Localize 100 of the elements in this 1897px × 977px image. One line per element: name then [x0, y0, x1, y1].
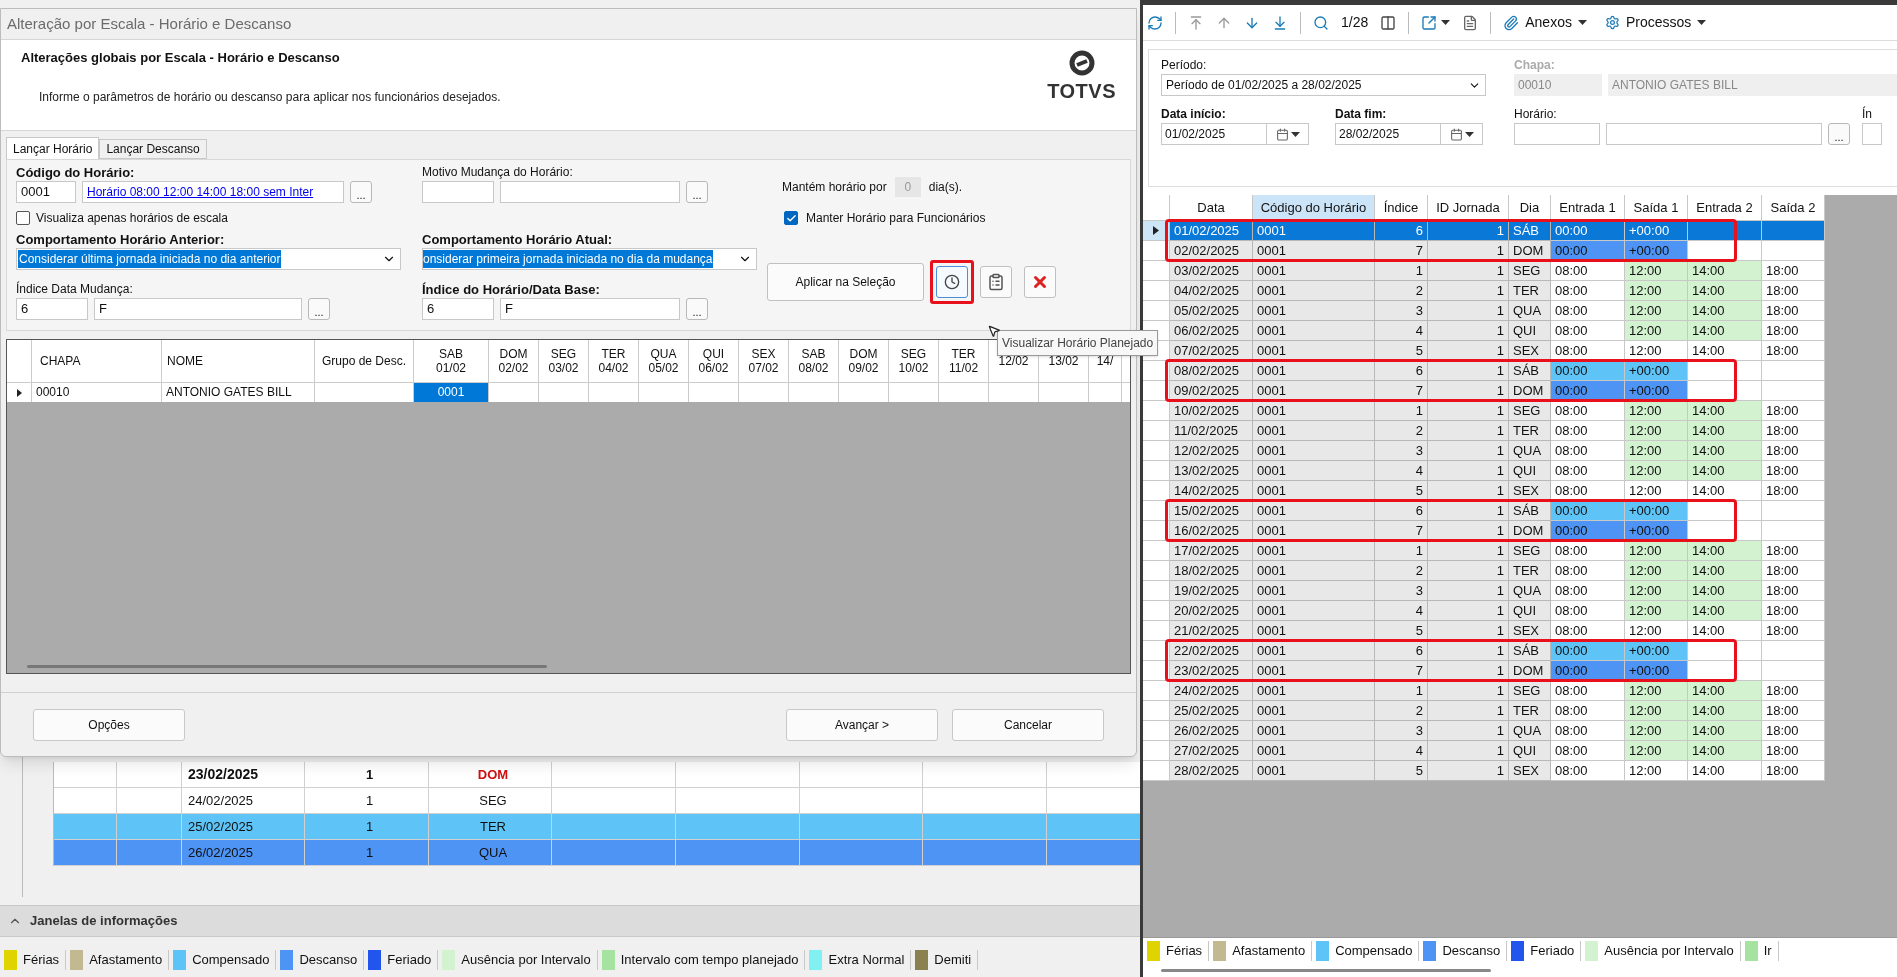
table-row[interactable]: 15/02/2025 0001 6 1 SÁB 00:00 +00:00: [1143, 501, 1825, 521]
clock-button[interactable]: [936, 266, 968, 298]
table-row[interactable]: 13/02/2025 0001 4 1 QUI 08:00 12:00 14:00 18:00: [1143, 461, 1825, 481]
table-row[interactable]: 22/02/2025 0001 6 1 SÁB 00:00 +00:00: [1143, 641, 1825, 661]
code-field[interactable]: F: [500, 298, 680, 320]
column-header[interactable]: Índice: [1375, 195, 1428, 221]
dialog-button[interactable]: Avançar >: [786, 708, 938, 741]
tab[interactable]: Lançar Descanso: [99, 139, 207, 159]
table-row[interactable]: 23/02/2025 0001 7 1 DOM 00:00 +00:00: [1143, 661, 1825, 681]
attachments-button[interactable]: Anexos: [1503, 12, 1587, 33]
column-header[interactable]: Dia: [1509, 195, 1551, 221]
columns-icon[interactable]: [1380, 14, 1397, 31]
schedule-description-field[interactable]: [1606, 123, 1822, 145]
table-cell: DOM: [1509, 241, 1551, 261]
refresh-icon[interactable]: [1147, 14, 1163, 31]
code-field[interactable]: 0001: [16, 181, 76, 203]
document-icon[interactable]: [1462, 14, 1479, 31]
table-row[interactable]: 28/02/2025 0001 5 1 SEX 08:00 12:00 14:00 18:00: [1143, 761, 1825, 781]
reason-description-field[interactable]: [500, 181, 680, 203]
column-header[interactable]: Saída 1: [1625, 195, 1688, 221]
lookup-button[interactable]: ...: [686, 298, 708, 320]
table-row[interactable]: 03/02/2025 0001 1 1 SEG 08:00 12:00 14:00 18:00: [1143, 261, 1825, 281]
table-cell: 7: [1375, 381, 1428, 401]
search-icon[interactable]: [1313, 14, 1329, 31]
table-row[interactable]: 27/02/2025 0001 4 1 QUI 08:00 12:00 14:00 18:00: [1143, 741, 1825, 761]
table-row[interactable]: 12/02/2025 0001 3 1 QUA 08:00 12:00 14:00 18:00: [1143, 441, 1825, 461]
lookup-button[interactable]: ...: [308, 298, 330, 320]
table-row[interactable]: 08/02/2025 0001 6 1 SÁB 00:00 +00:00: [1143, 361, 1825, 381]
dialog-button[interactable]: Opções: [33, 708, 185, 741]
table-cell: 0001: [1253, 281, 1375, 301]
clipboard-button[interactable]: [980, 266, 1012, 298]
time-cell: 12:00: [1625, 721, 1688, 741]
table-row[interactable]: 17/02/2025 0001 1 1 SEG 08:00 12:00 14:00 18:00: [1143, 541, 1825, 561]
time-cell: 12:00: [1625, 261, 1688, 281]
table-row[interactable]: 20/02/2025 0001 4 1 QUI 08:00 12:00 14:00 18:00: [1143, 601, 1825, 621]
column-header[interactable]: Código do Horário: [1253, 195, 1375, 221]
table-row[interactable]: 26/02/2025 0001 3 1 QUA 08:00 12:00 14:00 18:00: [1143, 721, 1825, 741]
time-cell: 18:00: [1762, 261, 1825, 281]
table-row[interactable]: 11/02/2025 0001 2 1 TER 08:00 12:00 14:00 18:00: [1143, 421, 1825, 441]
time-cell: 08:00: [1551, 401, 1625, 421]
scrollbar-thumb[interactable]: [1161, 968, 1491, 972]
time-cell: 14:00: [1688, 261, 1762, 281]
first-record-icon[interactable]: [1188, 14, 1204, 31]
behavior-select[interactable]: onsiderar primeira jornada iniciada no dia da mudança: [422, 248, 757, 270]
date-field[interactable]: 28/02/2025: [1335, 123, 1483, 145]
table-row[interactable]: 14/02/2025 0001 5 1 SEX 08:00 12:00 14:00 18:00: [1143, 481, 1825, 501]
checkbox[interactable]: [784, 211, 798, 225]
time-cell: 12:00: [1625, 401, 1688, 421]
delete-button[interactable]: [1024, 266, 1056, 298]
scrollbar-thumb[interactable]: [27, 664, 547, 668]
table-row[interactable]: 05/02/2025 0001 3 1 QUA 08:00 12:00 14:00 18:00: [1143, 301, 1825, 321]
checkbox[interactable]: [16, 211, 30, 225]
table-row[interactable]: 24/02/2025 0001 1 1 SEG 08:00 12:00 14:00 18:00: [1143, 681, 1825, 701]
time-cell: 12:00: [1625, 561, 1688, 581]
schedule-code-field[interactable]: [1514, 123, 1600, 145]
processes-button[interactable]: Processos: [1604, 12, 1707, 33]
time-cell: 18:00: [1762, 621, 1825, 641]
tab[interactable]: Lançar Horário: [6, 137, 100, 159]
table-row[interactable]: 10/02/2025 0001 1 1 SEG 08:00 12:00 14:00 18:00: [1143, 401, 1825, 421]
time-cell: 14:00: [1688, 441, 1762, 461]
date-field[interactable]: 01/02/2025: [1161, 123, 1309, 145]
table-row[interactable]: 21/02/2025 0001 5 1 SEX 08:00 12:00 14:00 18:00: [1143, 621, 1825, 641]
lookup-button[interactable]: ...: [350, 181, 372, 203]
table-cell: 04/02/2025: [1170, 281, 1253, 301]
table-row[interactable]: 09/02/2025 0001 7 1 DOM 00:00 +00:00: [1143, 381, 1825, 401]
table-row[interactable]: 18/02/2025 0001 2 1 TER 08:00 12:00 14:00 18:00: [1143, 561, 1825, 581]
table-row[interactable]: 01/02/2025 0001 6 1 SÁB 00:00 +00:00: [1143, 221, 1825, 241]
calendar-icon: [1275, 127, 1289, 141]
table-row[interactable]: 19/02/2025 0001 3 1 QUA 08:00 12:00 14:00 18:00: [1143, 581, 1825, 601]
table-row[interactable]: 02/02/2025 0001 7 1 DOM 00:00 +00:00: [1143, 241, 1825, 261]
dialog-button[interactable]: Cancelar: [952, 708, 1104, 741]
schedule-link[interactable]: Horário 08:00 12:00 14:00 18:00 sem Inter: [87, 183, 314, 201]
index-field[interactable]: 6: [422, 298, 494, 320]
table-row[interactable]: 16/02/2025 0001 7 1 DOM 00:00 +00:00: [1143, 521, 1825, 541]
schedule-field[interactable]: Horário 08:00 12:00 14:00 18:00 sem Inter: [82, 181, 344, 203]
index-field[interactable]: 6: [16, 298, 88, 320]
table-cell: 1: [1428, 681, 1509, 701]
logo-icon: [1068, 50, 1095, 76]
last-record-icon[interactable]: [1272, 14, 1288, 31]
schedule-cell[interactable]: 0001: [414, 383, 489, 402]
period-select[interactable]: Período de 01/02/2025 a 28/02/2025: [1161, 74, 1486, 96]
table-row[interactable]: 04/02/2025 0001 2 1 TER 08:00 12:00 14:00 18:00: [1143, 281, 1825, 301]
behavior-select[interactable]: Considerar última jornada iniciada no dia anterior: [16, 248, 401, 270]
apply-button[interactable]: Aplicar na Seleção: [767, 263, 924, 301]
index-field[interactable]: [1862, 123, 1882, 145]
lookup-button[interactable]: ...: [686, 181, 708, 203]
unit-label: dia(s).: [928, 179, 963, 196]
time-cell: 18:00: [1762, 461, 1825, 481]
time-cell: 00:00: [1551, 641, 1625, 661]
table-row[interactable]: 25/02/2025 0001 2 1 TER 08:00 12:00 14:00 18:00: [1143, 701, 1825, 721]
export-button[interactable]: [1421, 14, 1451, 31]
table-cell: 0001: [1253, 241, 1375, 261]
panel-title: Janelas de informações: [30, 912, 178, 931]
code-field[interactable]: F: [94, 298, 302, 320]
time-cell: 18:00: [1762, 601, 1825, 621]
column-header[interactable]: Entrada 1: [1551, 195, 1625, 221]
reason-code-field[interactable]: [422, 181, 494, 203]
table-cell: 1: [1428, 421, 1509, 441]
column-header[interactable]: ID Jornada: [1428, 195, 1509, 221]
lookup-button[interactable]: ...: [1828, 123, 1850, 145]
